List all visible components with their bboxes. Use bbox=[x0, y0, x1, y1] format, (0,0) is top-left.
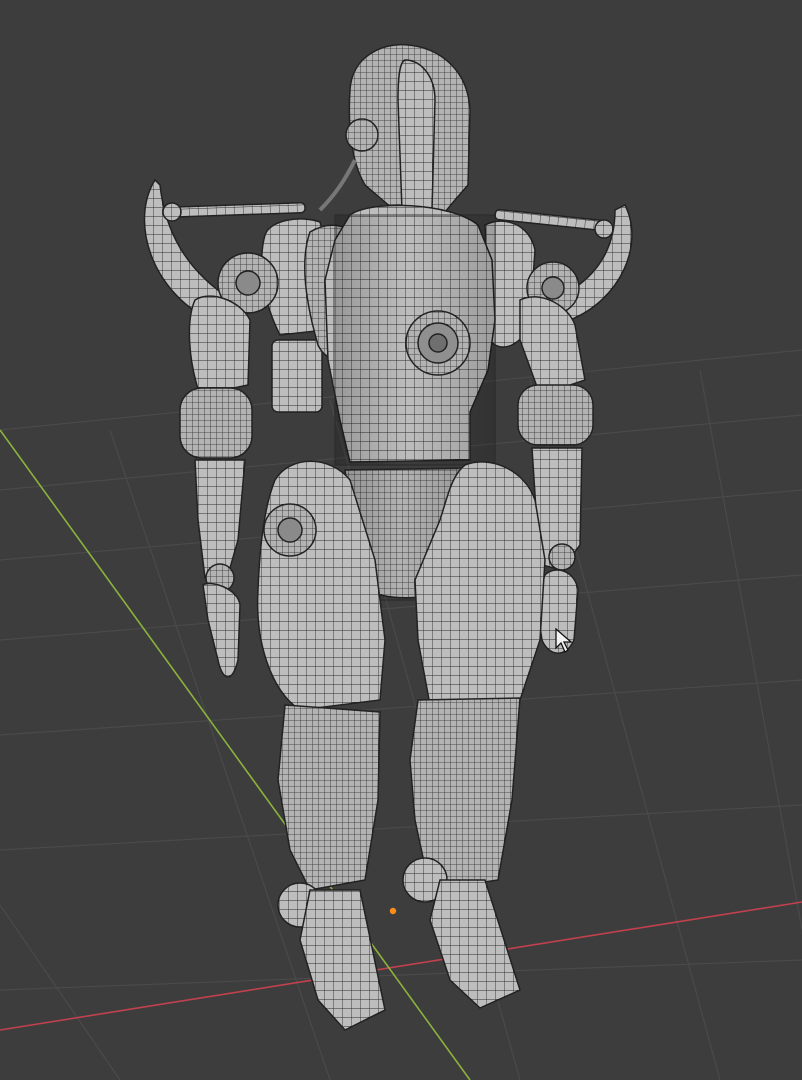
viewport-canvas bbox=[0, 43, 802, 1080]
robot-mesh bbox=[143, 43, 633, 1031]
3d-viewport[interactable] bbox=[0, 0, 802, 1080]
object-origin bbox=[389, 907, 397, 915]
x-axis-line bbox=[0, 901, 802, 1031]
